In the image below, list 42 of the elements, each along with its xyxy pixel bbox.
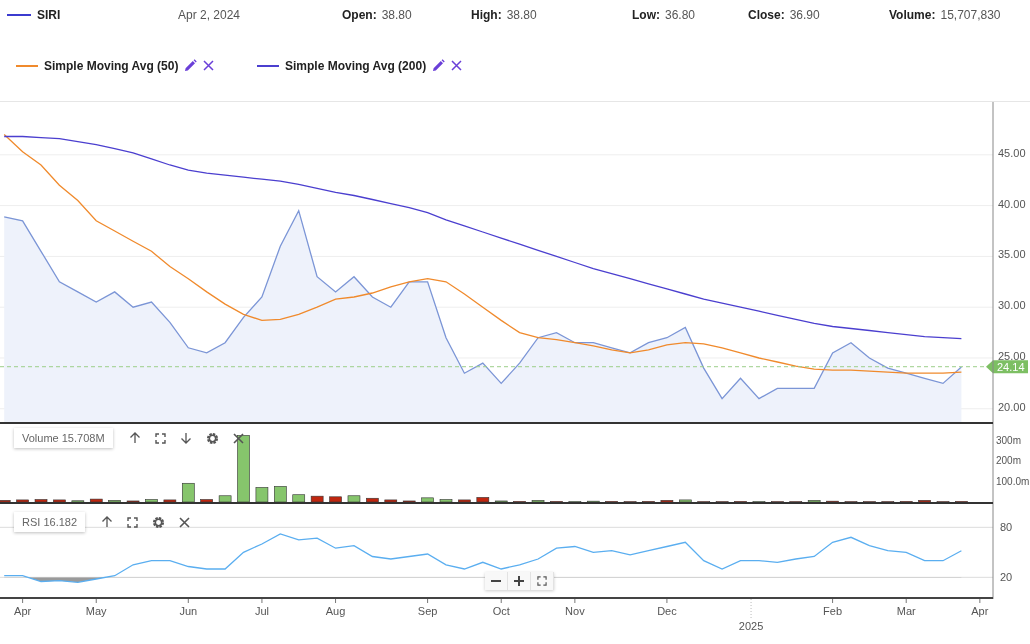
symbol-label: SIRI [37,8,61,22]
axis-label: 30.00 [998,299,1026,312]
field-label: High: [471,8,502,22]
field-label: Volume: [889,8,936,22]
axis-label: 20 [1000,571,1013,584]
field-label: Close: [748,8,785,22]
axis-label: 40.00 [998,197,1026,210]
axis-label: 100.0m [996,476,1030,488]
axis-label: 45.00 [998,146,1026,159]
axis-label: Sep [417,605,438,617]
field-value: 36.80 [665,8,696,22]
axis-label: 25.00 [998,349,1026,362]
axis-label: Aug [325,605,346,617]
field-value: 36.90 [789,8,820,22]
axis-label: 20.00 [998,400,1026,413]
axis-label: 80 [1000,521,1013,534]
axis-label: 35.00 [998,248,1026,261]
price-tag: 24.14 [986,360,1028,374]
field-value: 38.80 [506,8,537,22]
field-label: Open: [342,8,377,22]
axis-label: 200m [996,455,1021,467]
legend-label: Simple Moving Avg (50) [44,58,179,73]
axis-label: Dec [657,605,677,617]
axis-label: Jul [254,605,269,617]
date-label: Apr 2, 2024 [178,8,242,22]
field-label: Low: [632,8,660,22]
axis-label: May [85,605,107,617]
indicator-label: RSI 16.182 [14,512,86,532]
axis-label: Apr [14,605,32,617]
legend-label: Simple Moving Avg (200) [285,58,427,73]
year-label: 2025 [738,620,764,632]
axis-label: Apr [971,605,989,617]
axis-label: Mar [896,605,916,617]
axis-label: Nov [565,605,585,617]
ref-line-label: 24.14 [997,360,1025,373]
axis-label: Oct [492,605,510,617]
field-value: 15,707,830 [940,8,1001,22]
indicator-label: Volume 15.708M [14,428,113,448]
axis-label: Feb [823,605,843,617]
axis-label: Jun [179,605,198,617]
field-value: 38.80 [381,8,412,22]
axis-label: 300m [996,434,1021,446]
